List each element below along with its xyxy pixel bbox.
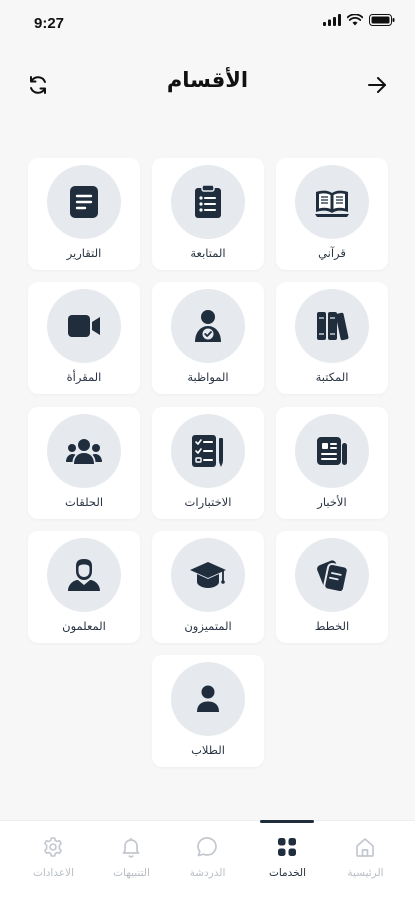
battery-icon bbox=[369, 14, 395, 26]
newspaper-icon bbox=[317, 437, 347, 465]
person-badge-icon bbox=[195, 310, 221, 342]
clipboard-icon bbox=[195, 185, 221, 218]
nav-item-settings[interactable]: الاعدادات bbox=[12, 821, 95, 900]
group-icon bbox=[66, 439, 102, 464]
cards-icon bbox=[317, 560, 349, 593]
nav-label: التنبيهات bbox=[113, 867, 150, 879]
nav-item-home[interactable]: الرئيسية bbox=[324, 821, 407, 900]
nav-item-services[interactable]: الخدمات bbox=[246, 821, 329, 900]
section-label: المتميزون bbox=[184, 619, 232, 633]
teacher-icon bbox=[68, 559, 100, 591]
section-label: المعلمون bbox=[62, 619, 106, 633]
back-button[interactable] bbox=[362, 70, 392, 100]
nav-label: الاعدادات bbox=[32, 867, 75, 879]
section-label: المكتبة bbox=[315, 370, 349, 384]
section-card-plans[interactable]: الخطط bbox=[276, 531, 388, 643]
signal-icon bbox=[323, 14, 341, 26]
bell-icon bbox=[122, 838, 140, 858]
section-label: قرآني bbox=[318, 246, 346, 260]
page-title: الأقسام bbox=[166, 68, 249, 92]
checklist-icon bbox=[192, 435, 223, 467]
nav-label: الدردشة bbox=[189, 867, 226, 879]
section-label: المواظبة bbox=[187, 370, 229, 384]
nav-item-chat[interactable]: الدردشة bbox=[166, 821, 249, 900]
chat-icon bbox=[197, 837, 217, 857]
section-card-exams[interactable]: الاختبارات bbox=[152, 407, 264, 519]
section-label: الحلقات bbox=[64, 495, 104, 509]
section-card-teachers[interactable]: المعلمون bbox=[28, 531, 140, 643]
arrow-right-icon bbox=[368, 77, 386, 93]
video-camera-icon bbox=[68, 315, 100, 337]
status-time: 9:27 bbox=[34, 15, 65, 32]
document-icon bbox=[70, 186, 98, 218]
grid-icon bbox=[278, 838, 296, 856]
section-label: الاختبارات bbox=[184, 495, 232, 509]
bottom-navigation: الرئيسية الخدمات الدردشة التنبيهات الاعد… bbox=[0, 820, 415, 900]
home-icon bbox=[356, 838, 374, 857]
nav-label: الرئيسية bbox=[347, 867, 384, 879]
header: الأقسام bbox=[0, 62, 415, 106]
graduation-cap-icon bbox=[190, 562, 226, 588]
section-card-circles[interactable]: الحلقات bbox=[28, 407, 140, 519]
gear-icon bbox=[44, 837, 62, 857]
section-label: الأخبار bbox=[317, 495, 347, 509]
section-card-attendance[interactable]: المواظبة bbox=[152, 282, 264, 394]
status-bar: 9:27 bbox=[0, 0, 415, 44]
section-label: المتابعة bbox=[190, 246, 226, 260]
section-label: التقارير bbox=[66, 246, 102, 260]
section-card-library[interactable]: المكتبة bbox=[276, 282, 388, 394]
status-icons bbox=[323, 14, 395, 26]
section-card-follow-up[interactable]: المتابعة bbox=[152, 158, 264, 270]
quran-book-icon bbox=[315, 190, 349, 217]
books-icon bbox=[317, 312, 349, 341]
section-label: الطلاب bbox=[191, 743, 225, 757]
section-card-recitation[interactable]: المقرأة bbox=[28, 282, 140, 394]
section-card-distinguished[interactable]: المتميزون bbox=[152, 531, 264, 643]
section-card-students[interactable]: الطلاب bbox=[152, 655, 264, 767]
section-label: المقرأة bbox=[66, 370, 102, 384]
nav-item-notifications[interactable]: التنبيهات bbox=[90, 821, 173, 900]
wifi-icon bbox=[347, 14, 363, 26]
section-label: الخطط bbox=[314, 619, 350, 633]
section-card-quran[interactable]: قرآني bbox=[276, 158, 388, 270]
section-card-news[interactable]: الأخبار bbox=[276, 407, 388, 519]
user-icon bbox=[197, 685, 219, 712]
nav-label: الخدمات bbox=[268, 867, 307, 879]
section-card-reports[interactable]: التقارير bbox=[28, 158, 140, 270]
